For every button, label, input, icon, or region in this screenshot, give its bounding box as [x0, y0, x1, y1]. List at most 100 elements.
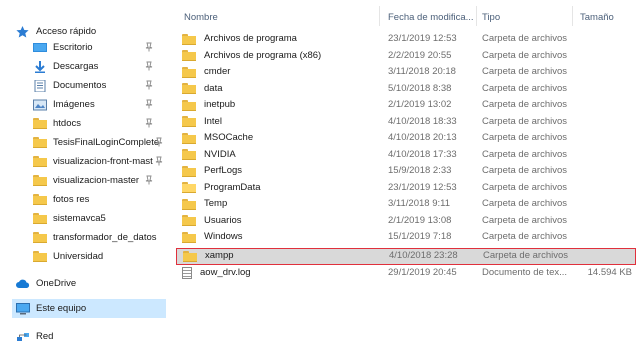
sidebar-item-tesisfinal[interactable]: TesisFinalLoginComplete	[33, 133, 166, 152]
file-date: 4/10/2018 17:33	[388, 148, 457, 160]
file-type: Carpeta de archivos	[482, 214, 568, 226]
file-row[interactable]: ProgramData 23/1/2019 12:53 Carpeta de a…	[176, 180, 636, 197]
file-type: Carpeta de archivos	[482, 148, 568, 160]
sidebar-item-fotos-res[interactable]: fotos res	[33, 190, 166, 209]
file-row[interactable]: PerfLogs 15/9/2018 2:33 Carpeta de archi…	[176, 163, 636, 180]
column-header-size[interactable]: Tamaño	[580, 12, 614, 23]
file-row[interactable]: data 5/10/2018 8:38 Carpeta de archivos	[176, 81, 636, 98]
sidebar-item-network[interactable]: Red	[16, 327, 166, 346]
column-header-date[interactable]: Fecha de modifica...	[388, 12, 474, 23]
file-type: Carpeta de archivos	[482, 82, 568, 94]
pin-icon[interactable]	[154, 137, 164, 147]
file-name-cell: Temp	[182, 196, 372, 213]
folder-icon	[33, 232, 47, 243]
desktop-icon	[33, 42, 47, 54]
sidebar-item-label: TesisFinalLoginComplete	[53, 137, 160, 148]
file-name: MSOCache	[204, 132, 254, 143]
file-name: Archivos de programa (x86)	[204, 49, 322, 61]
file-row[interactable]: cmder 3/11/2018 20:18 Carpeta de archivo…	[176, 64, 636, 81]
column-divider[interactable]	[379, 6, 380, 26]
sidebar-item-label: Red	[36, 331, 54, 342]
file-date: 15/1/2019 7:18	[388, 231, 452, 242]
file-date: 15/9/2018 2:33	[388, 165, 452, 176]
sidebar-item-onedrive[interactable]: OneDrive	[16, 274, 166, 293]
sidebar-item-sistemavca5[interactable]: sistemavca5	[33, 209, 166, 228]
sidebar-item-label: visualizacion-master	[53, 175, 140, 186]
file-row[interactable]: NVIDIA 4/10/2018 17:33 Carpeta de archiv…	[176, 147, 636, 164]
column-divider[interactable]	[476, 6, 477, 26]
pin-icon[interactable]	[154, 156, 164, 166]
file-name: Windows	[204, 231, 243, 242]
file-name: NVIDIA	[204, 148, 236, 160]
sidebar-item-label: Universidad	[53, 251, 104, 262]
pin-icon[interactable]	[144, 175, 154, 185]
pin-icon[interactable]	[144, 42, 154, 52]
pin-icon[interactable]	[144, 99, 154, 109]
documents-icon	[33, 79, 47, 92]
pin-icon[interactable]	[144, 61, 154, 71]
navigation-pane: Acceso rápido Escritorio Descargas Docum…	[0, 0, 168, 342]
pin-icon[interactable]	[144, 80, 154, 90]
sidebar-item-label: visualizacion-front-mast	[53, 156, 153, 167]
sidebar-item-this-pc[interactable]: Este equipo	[12, 299, 166, 318]
sidebar-item-htdocs[interactable]: htdocs	[33, 114, 166, 133]
file-type: Carpeta de archivos	[482, 99, 568, 110]
file-name-cell: NVIDIA	[182, 147, 372, 164]
file-date: 3/11/2018 20:18	[388, 66, 456, 77]
file-row[interactable]: Windows 15/1/2019 7:18 Carpeta de archiv…	[176, 229, 636, 246]
file-size: 14.594 KB	[587, 267, 632, 278]
file-row[interactable]: MSOCache 4/10/2018 20:13 Carpeta de arch…	[176, 130, 636, 147]
file-type: Carpeta de archivos	[482, 132, 568, 143]
sidebar-item-label: Este equipo	[36, 303, 87, 314]
file-name-cell: cmder	[182, 64, 372, 81]
file-row[interactable]: Archivos de programa (x86) 2/2/2019 20:5…	[176, 48, 636, 65]
file-name: cmder	[204, 66, 231, 77]
sidebar-item-label: Imágenes	[53, 99, 95, 110]
folder-icon	[182, 66, 196, 78]
file-date: 4/10/2018 23:28	[389, 250, 458, 261]
file-row[interactable]: Usuarios 2/1/2019 13:08 Carpeta de archi…	[176, 213, 636, 230]
file-name-cell: aow_drv.log	[182, 265, 372, 282]
column-header-type[interactable]: Tipo	[482, 12, 500, 23]
file-type: Carpeta de archivos	[482, 33, 568, 44]
quick-access-label: Acceso rápido	[36, 26, 97, 37]
folder-icon	[182, 83, 196, 95]
sidebar-item-transformador[interactable]: transformador_de_datos	[33, 228, 166, 247]
sidebar-item-visualizacion-master[interactable]: visualizacion-master	[33, 171, 166, 190]
file-row[interactable]: Temp 3/11/2018 9:11 Carpeta de archivos	[176, 196, 636, 213]
file-type: Carpeta de archivos	[482, 198, 568, 209]
sidebar-item-descargas[interactable]: Descargas	[33, 57, 166, 76]
sidebar-item-label: Escritorio	[53, 42, 93, 53]
sidebar-item-label: fotos res	[53, 194, 90, 205]
star-icon	[16, 25, 30, 38]
file-row-selected[interactable]: xampp 4/10/2018 23:28 Carpeta de archivo…	[176, 248, 636, 265]
file-row[interactable]: inetpub 2/1/2019 13:02 Carpeta de archiv…	[176, 97, 636, 114]
file-date: 3/11/2018 9:11	[388, 198, 450, 209]
file-date: 4/10/2018 18:33	[388, 115, 457, 127]
file-type: Carpeta de archivos	[482, 49, 568, 61]
pictures-icon	[33, 99, 47, 111]
file-row[interactable]: aow_drv.log 29/1/2019 20:45 Documento de…	[176, 265, 636, 282]
pin-icon[interactable]	[144, 118, 154, 128]
sidebar-item-documentos[interactable]: Documentos	[33, 76, 166, 95]
folder-icon	[182, 50, 196, 62]
file-date: 2/1/2019 13:08	[388, 214, 452, 226]
column-divider[interactable]	[572, 6, 573, 26]
file-row[interactable]: Intel 4/10/2018 18:33 Carpeta de archivo…	[176, 114, 636, 131]
sidebar-item-visualizacion-front[interactable]: visualizacion-front-mast	[33, 152, 166, 171]
file-row[interactable]: Archivos de programa 23/1/2019 12:53 Car…	[176, 31, 636, 48]
file-type: Carpeta de archivos	[482, 181, 568, 193]
file-name-cell: xampp	[183, 248, 373, 265]
folder-icon	[33, 156, 47, 167]
sidebar-item-label: transformador_de_datos	[53, 232, 157, 243]
column-header-name[interactable]: Nombre	[184, 12, 218, 23]
sidebar-item-universidad[interactable]: Universidad	[33, 247, 166, 266]
file-date: 4/10/2018 20:13	[388, 132, 457, 143]
sidebar-item-escritorio[interactable]: Escritorio	[33, 38, 166, 57]
file-name: Intel	[204, 115, 222, 127]
folder-icon	[33, 175, 47, 186]
sidebar-item-imagenes[interactable]: Imágenes	[33, 95, 166, 114]
file-name-cell: Archivos de programa	[182, 31, 372, 48]
sidebar-item-label: Descargas	[53, 61, 99, 72]
network-icon	[16, 331, 30, 343]
